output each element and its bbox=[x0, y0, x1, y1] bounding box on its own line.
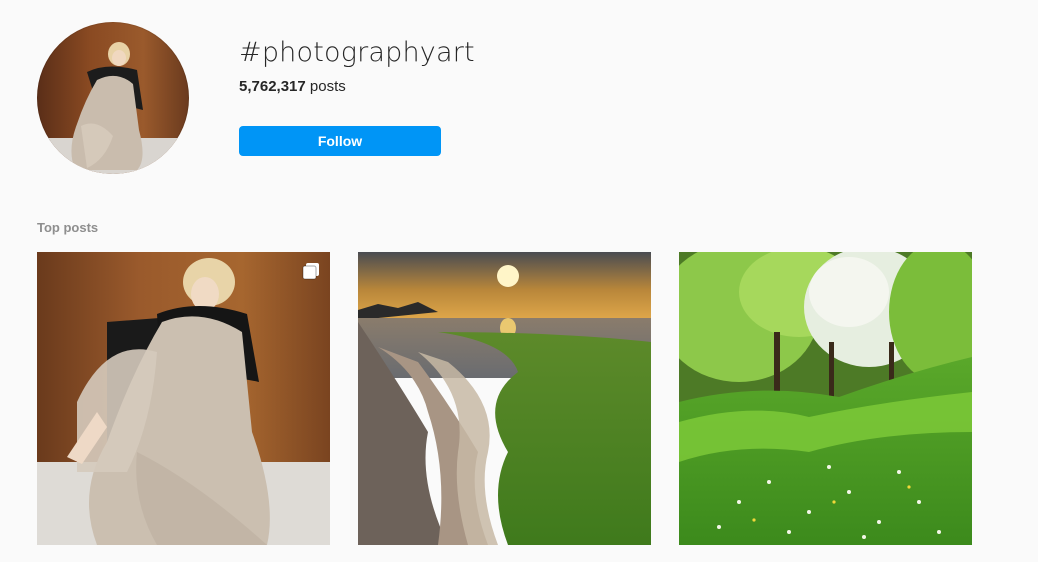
post-count-suffix: posts bbox=[305, 78, 346, 95]
follow-button[interactable]: Follow bbox=[239, 126, 441, 156]
top-posts-heading: Top posts bbox=[37, 220, 99, 235]
top-post-portrait[interactable] bbox=[37, 252, 330, 545]
hashtag-title: #photographyart bbox=[239, 37, 475, 68]
post-count: 5,762,317 posts bbox=[239, 78, 346, 96]
carousel-icon bbox=[302, 263, 319, 280]
top-post-green-meadow[interactable] bbox=[679, 252, 972, 545]
hashtag-avatar bbox=[37, 22, 189, 174]
green-meadow-trees-photo bbox=[679, 252, 972, 545]
top-post-sunset-coast[interactable] bbox=[358, 252, 651, 545]
avatar-figure-image bbox=[71, 42, 143, 170]
post-count-value: 5,762,317 bbox=[239, 78, 306, 95]
portrait-photo bbox=[37, 252, 330, 545]
sunset-coast-photo bbox=[358, 252, 651, 545]
